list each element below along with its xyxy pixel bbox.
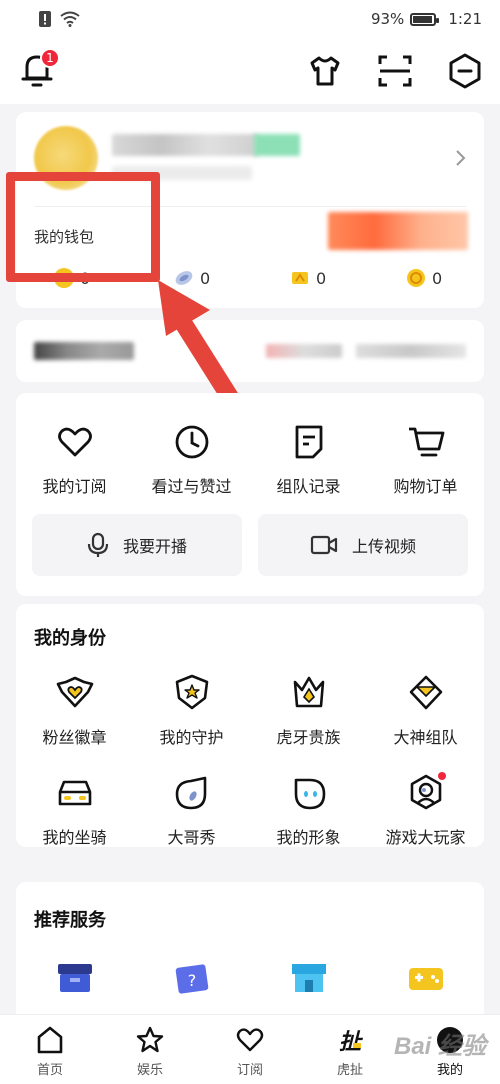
identity-nobility[interactable]: 虎牙贵族 bbox=[250, 672, 367, 748]
promo-banner-blurred bbox=[328, 212, 468, 250]
chevron-right-icon[interactable] bbox=[454, 148, 468, 168]
start-live-button[interactable]: 我要开播 bbox=[32, 514, 242, 576]
car-icon bbox=[58, 780, 91, 806]
diamond-icon bbox=[409, 675, 442, 710]
clock-icon bbox=[175, 425, 208, 459]
notice-content-blurred-2 bbox=[356, 344, 466, 358]
tab-home[interactable]: 首页 bbox=[0, 1015, 100, 1084]
quick-actions-card: 我的订阅 看过与赞过 组队记录 购物订单 我要开播 上传视频 bbox=[16, 393, 484, 596]
gamer-icon bbox=[410, 772, 446, 810]
services-card: 推荐服务 直播特定 ? 魔盒 道具商城 游戏中心 bbox=[16, 882, 484, 1022]
identity-card: 我的身份 粉丝徽章 我的守护 虎牙贵族 大神组队 我的坐骑 大哥秀 我的形象 游… bbox=[16, 604, 484, 847]
section-title-identity: 我的身份 bbox=[34, 628, 106, 649]
action-history[interactable]: 看过与赞过 bbox=[133, 421, 250, 497]
username-blurred bbox=[112, 134, 258, 156]
action-team-records[interactable]: 组队记录 bbox=[250, 421, 367, 497]
identity-mount[interactable]: 我的坐骑 bbox=[16, 772, 133, 848]
svg-text:?: ? bbox=[187, 971, 196, 990]
identity-pro-team[interactable]: 大神组队 bbox=[367, 672, 484, 748]
identity-big-brother-show[interactable]: 大哥秀 bbox=[133, 772, 250, 848]
battery-icon bbox=[410, 12, 440, 26]
service-item-3[interactable]: 道具商城 bbox=[250, 958, 367, 1022]
level-badge-blurred bbox=[254, 134, 300, 156]
tab-huche[interactable]: 扯 虎扯 bbox=[300, 1015, 400, 1084]
wifi-icon bbox=[60, 11, 80, 27]
box-icon bbox=[57, 964, 92, 992]
cart-icon bbox=[408, 427, 444, 457]
identity-avatar-look[interactable]: 我的形象 bbox=[250, 772, 367, 848]
huche-icon: 扯 bbox=[339, 1030, 364, 1055]
gamepad-icon bbox=[408, 968, 443, 990]
scan-icon[interactable] bbox=[376, 52, 414, 90]
home-icon bbox=[37, 1026, 63, 1054]
currency-ticket[interactable]: 0 bbox=[290, 268, 326, 288]
heart-icon bbox=[57, 427, 92, 457]
record-icon bbox=[295, 425, 322, 459]
settings-hex-icon[interactable] bbox=[446, 52, 484, 90]
service-item-1[interactable]: 直播特定 bbox=[16, 958, 133, 1022]
watermark: Bai 经验 bbox=[393, 1033, 486, 1060]
mystery-box-icon: ? bbox=[175, 964, 208, 994]
clock-time: 1:21 bbox=[448, 10, 482, 28]
bubble-icon bbox=[175, 776, 206, 810]
tshirt-icon[interactable] bbox=[306, 52, 344, 90]
service-item-4[interactable]: 游戏中心 bbox=[367, 958, 484, 1022]
status-bar: 93% 1:21 bbox=[0, 0, 500, 38]
services-row: 直播特定 ? 魔盒 道具商城 游戏中心 bbox=[16, 958, 484, 1022]
action-orders[interactable]: 购物订单 bbox=[367, 421, 484, 497]
quick-actions-grid: 我的订阅 看过与赞过 组队记录 购物订单 bbox=[16, 421, 484, 497]
identity-gamer[interactable]: 游戏大玩家 bbox=[367, 772, 484, 848]
notice-content-blurred bbox=[266, 344, 342, 358]
identity-guard[interactable]: 我的守护 bbox=[133, 672, 250, 748]
notice-title-blurred bbox=[34, 342, 134, 360]
section-title-services: 推荐服务 bbox=[34, 910, 106, 931]
guard-icon bbox=[175, 674, 208, 710]
identity-row-1: 粉丝徽章 我的守护 虎牙贵族 大神组队 bbox=[16, 672, 484, 748]
face-icon bbox=[294, 778, 325, 810]
battery-percent: 93% bbox=[370, 10, 405, 28]
top-bar: 1 bbox=[0, 38, 500, 104]
tab-entertainment[interactable]: 娱乐 bbox=[100, 1015, 200, 1084]
identity-row-2: 我的坐骑 大哥秀 我的形象 游戏大玩家 bbox=[16, 772, 484, 848]
shop-icon bbox=[291, 964, 326, 992]
yellow-coin-icon bbox=[407, 269, 425, 287]
identity-fan-badge[interactable]: 粉丝徽章 bbox=[16, 672, 133, 748]
svg-text:扯: 扯 bbox=[339, 1030, 364, 1055]
tab-subscriptions[interactable]: 订阅 bbox=[200, 1015, 300, 1084]
upload-video-button[interactable]: 上传视频 bbox=[258, 514, 468, 576]
fan-badge-icon bbox=[56, 676, 93, 708]
action-subscriptions[interactable]: 我的订阅 bbox=[16, 421, 133, 497]
ticket-icon bbox=[292, 272, 308, 284]
crown-icon bbox=[293, 676, 324, 708]
video-camera-icon bbox=[310, 535, 338, 555]
microphone-icon bbox=[87, 532, 109, 557]
sim-alert-icon bbox=[39, 11, 51, 27]
star-icon bbox=[136, 1026, 164, 1053]
notification-badge: 1 bbox=[40, 48, 60, 68]
service-item-2[interactable]: ? 魔盒 bbox=[133, 958, 250, 1022]
currency-coin[interactable]: 0 bbox=[406, 268, 442, 288]
highlight-box bbox=[6, 172, 160, 282]
heart-icon bbox=[236, 1028, 264, 1052]
